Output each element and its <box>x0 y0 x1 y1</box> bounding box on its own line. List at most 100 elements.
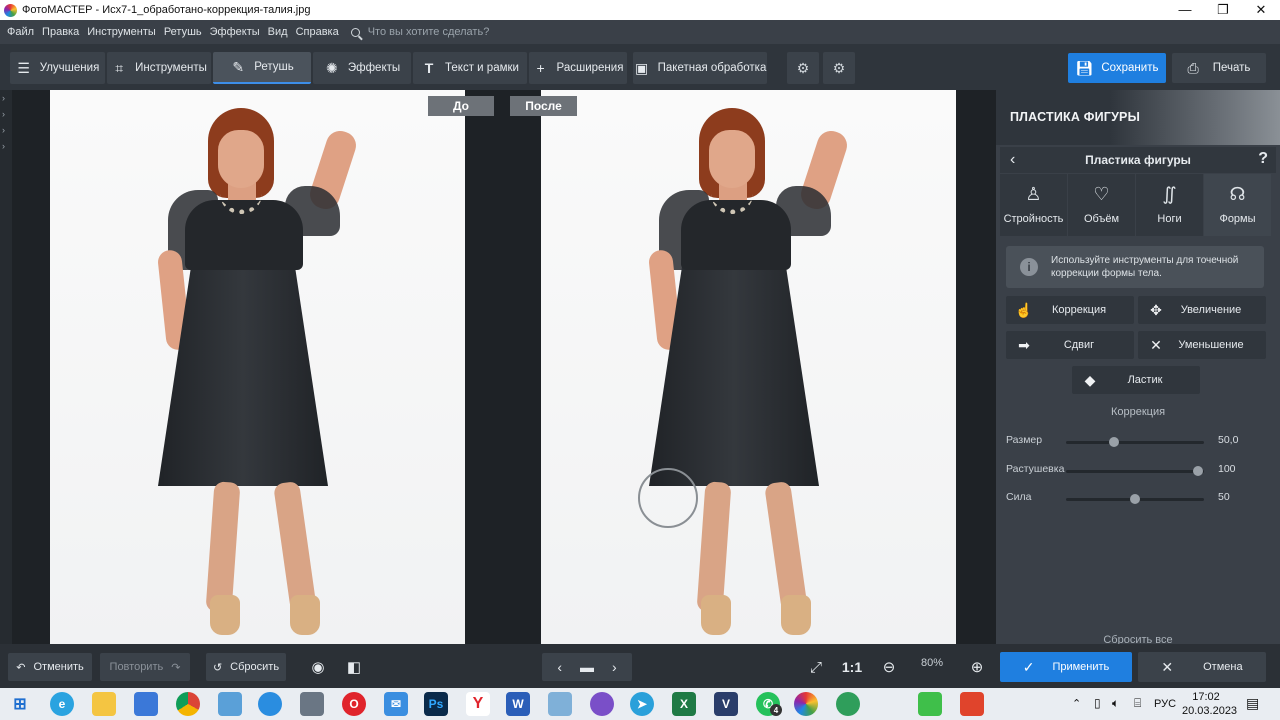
v-app-icon[interactable]: V <box>714 692 738 716</box>
file-explorer-icon[interactable] <box>92 692 116 716</box>
telegram-icon[interactable]: ➤ <box>630 692 654 716</box>
tray-time[interactable]: 17:02 <box>1184 691 1228 703</box>
network-app-icon[interactable] <box>258 692 282 716</box>
remote-desktop-icon[interactable] <box>218 692 242 716</box>
main-toolbar: ☰ Улучшения ⌗ Инструменты ✎ Ретушь ✺ Эфф… <box>0 44 1280 90</box>
sliders-icon: ☰ <box>17 59 30 76</box>
slider-knob[interactable] <box>1130 494 1140 504</box>
tab-effects[interactable]: ✺ Эффекты <box>313 52 411 84</box>
photoshop-icon[interactable]: Ps <box>424 692 448 716</box>
menu-effects[interactable]: Эффекты <box>206 26 264 38</box>
image-canvas[interactable]: До После <box>12 90 996 644</box>
tray-device-icon[interactable]: ▯ <box>1094 696 1101 710</box>
opera-icon[interactable]: O <box>342 692 366 716</box>
section-title: Коррекция <box>1110 406 1166 418</box>
zoom-1-1-button[interactable]: 1:1 <box>838 653 866 681</box>
green-app-icon[interactable] <box>836 692 860 716</box>
tray-volume-icon[interactable]: 🔈︎ <box>1112 696 1119 711</box>
tab-label: Текст и рамки <box>445 62 519 74</box>
slider-track[interactable] <box>1066 437 1204 447</box>
panel-tab-legs[interactable]: ∬ Ноги <box>1136 174 1203 236</box>
fotomaster-taskbar-icon[interactable] <box>794 692 818 716</box>
windows-start-icon[interactable]: ⊞ <box>8 692 32 716</box>
excel-icon[interactable]: X <box>672 692 696 716</box>
slider-value: 50,0 <box>1218 434 1239 446</box>
presets-load-button[interactable]: ⚙ <box>823 52 855 84</box>
mail-icon[interactable]: ✉ <box>384 692 408 716</box>
panel-header-title: ПЛАСТИКА ФИГУРЫ <box>1010 110 1141 124</box>
tab-extensions[interactable]: + Расширения <box>529 52 627 84</box>
fit-screen-icon[interactable]: ⤢ <box>802 653 830 681</box>
eye-icon[interactable]: ◉ <box>304 653 332 681</box>
chrome-icon[interactable] <box>176 692 200 716</box>
menu-help[interactable]: Справка <box>292 26 343 38</box>
zoom-in-icon[interactable]: ⊕ <box>963 653 991 681</box>
slider-track[interactable] <box>1066 494 1204 504</box>
chevron-left-icon[interactable]: ‹ <box>557 659 562 675</box>
yandex-icon[interactable]: Y <box>466 692 490 716</box>
tab-tools[interactable]: ⌗ Инструменты <box>107 52 211 84</box>
left-collapse-strip[interactable]: › › › › <box>0 90 12 644</box>
presets-add-button[interactable]: ⚙ <box>787 52 819 84</box>
command-search[interactable]: Что вы хотите сделать? <box>350 26 489 38</box>
menu-retouch[interactable]: Ретушь <box>160 26 206 38</box>
calculator-icon[interactable] <box>300 692 324 716</box>
panel-tab-volume[interactable]: ♡ Объём <box>1068 174 1135 236</box>
tab-text-frames[interactable]: T Текст и рамки <box>413 52 527 84</box>
word-icon[interactable]: W <box>506 692 530 716</box>
folder-icon[interactable]: ▬ <box>580 659 594 675</box>
menu-edit[interactable]: Правка <box>38 26 83 38</box>
tool-decrease[interactable]: ✕ Уменьшение <box>1138 331 1266 359</box>
store-icon[interactable] <box>134 692 158 716</box>
panel-tab-slimness[interactable]: ♙ Стройность <box>1000 174 1067 236</box>
compare-toggle-icon[interactable]: ◧ <box>340 653 368 681</box>
hand-pointer-icon: ☝ <box>1015 301 1033 318</box>
maximize-button[interactable]: ❐ <box>1204 0 1242 20</box>
close-icon: ✕ <box>1161 658 1174 675</box>
volume-icon: ♡ <box>1093 184 1110 204</box>
tool-increase[interactable]: ✥ Увеличение <box>1138 296 1266 324</box>
slider-track[interactable] <box>1066 466 1204 476</box>
menu-file[interactable]: Файл <box>0 26 38 38</box>
cancel-button[interactable]: ✕ Отмена <box>1138 652 1266 682</box>
chevron-right-icon[interactable]: › <box>612 659 617 675</box>
tray-language[interactable]: РУС <box>1154 698 1176 710</box>
print-button[interactable]: ⎙ Печать <box>1172 53 1266 83</box>
help-icon[interactable]: ? <box>1258 150 1268 168</box>
bottom-bar: ↶ Отменить Повторить ↷ ↺ Сбросить ◉ ◧ ‹ … <box>0 644 1280 688</box>
menu-view[interactable]: Вид <box>264 26 292 38</box>
tool-shift[interactable]: ➡ Сдвиг <box>1006 331 1134 359</box>
save-button[interactable]: 💾︎ Сохранить <box>1068 53 1166 83</box>
recorder-icon[interactable] <box>960 692 984 716</box>
menu-tools[interactable]: Инструменты <box>83 26 160 38</box>
redo-button[interactable]: Повторить ↷ <box>100 653 190 681</box>
tool-label: Коррекция <box>1051 304 1107 316</box>
slider-knob[interactable] <box>1109 437 1120 447</box>
brush-cursor <box>638 468 698 528</box>
slider-value: 100 <box>1218 463 1236 475</box>
tab-retouch[interactable]: ✎ Ретушь <box>213 52 311 84</box>
zoom-out-icon[interactable]: ⊖ <box>875 653 903 681</box>
slider-knob[interactable] <box>1193 466 1204 476</box>
apply-button[interactable]: ✓ Применить <box>1000 652 1132 682</box>
notifications-icon[interactable]: ▤ <box>1246 695 1259 712</box>
tray-chevron-up-icon[interactable]: ⌃ <box>1072 697 1081 710</box>
tray-date[interactable]: 20.03.2023 <box>1182 705 1237 717</box>
reset-button[interactable]: ↺ Сбросить <box>206 653 286 681</box>
notes-icon[interactable] <box>548 692 572 716</box>
camtasia-icon[interactable] <box>918 692 942 716</box>
slider-feather: Растушевка 100 <box>1006 463 1276 479</box>
slider-size: Размер 50,0 <box>1006 434 1276 450</box>
tool-eraser[interactable]: ◆ Ластик <box>1072 366 1200 394</box>
tab-enhancements[interactable]: ☰ Улучшения <box>10 52 105 84</box>
app-logo-icon <box>4 3 17 17</box>
tab-batch[interactable]: ▣ Пакетная обработка <box>633 52 767 84</box>
tool-correction[interactable]: ☝ Коррекция <box>1006 296 1134 324</box>
tray-network-icon[interactable]: ⌸ <box>1134 696 1141 711</box>
viber-icon[interactable] <box>590 692 614 716</box>
undo-button[interactable]: ↶ Отменить <box>8 653 92 681</box>
close-button[interactable]: ✕ <box>1242 0 1280 20</box>
minimize-button[interactable]: — <box>1166 0 1204 20</box>
edge-browser-icon[interactable]: e <box>50 692 74 716</box>
panel-tab-shapes[interactable]: ☊ Формы <box>1204 174 1271 236</box>
